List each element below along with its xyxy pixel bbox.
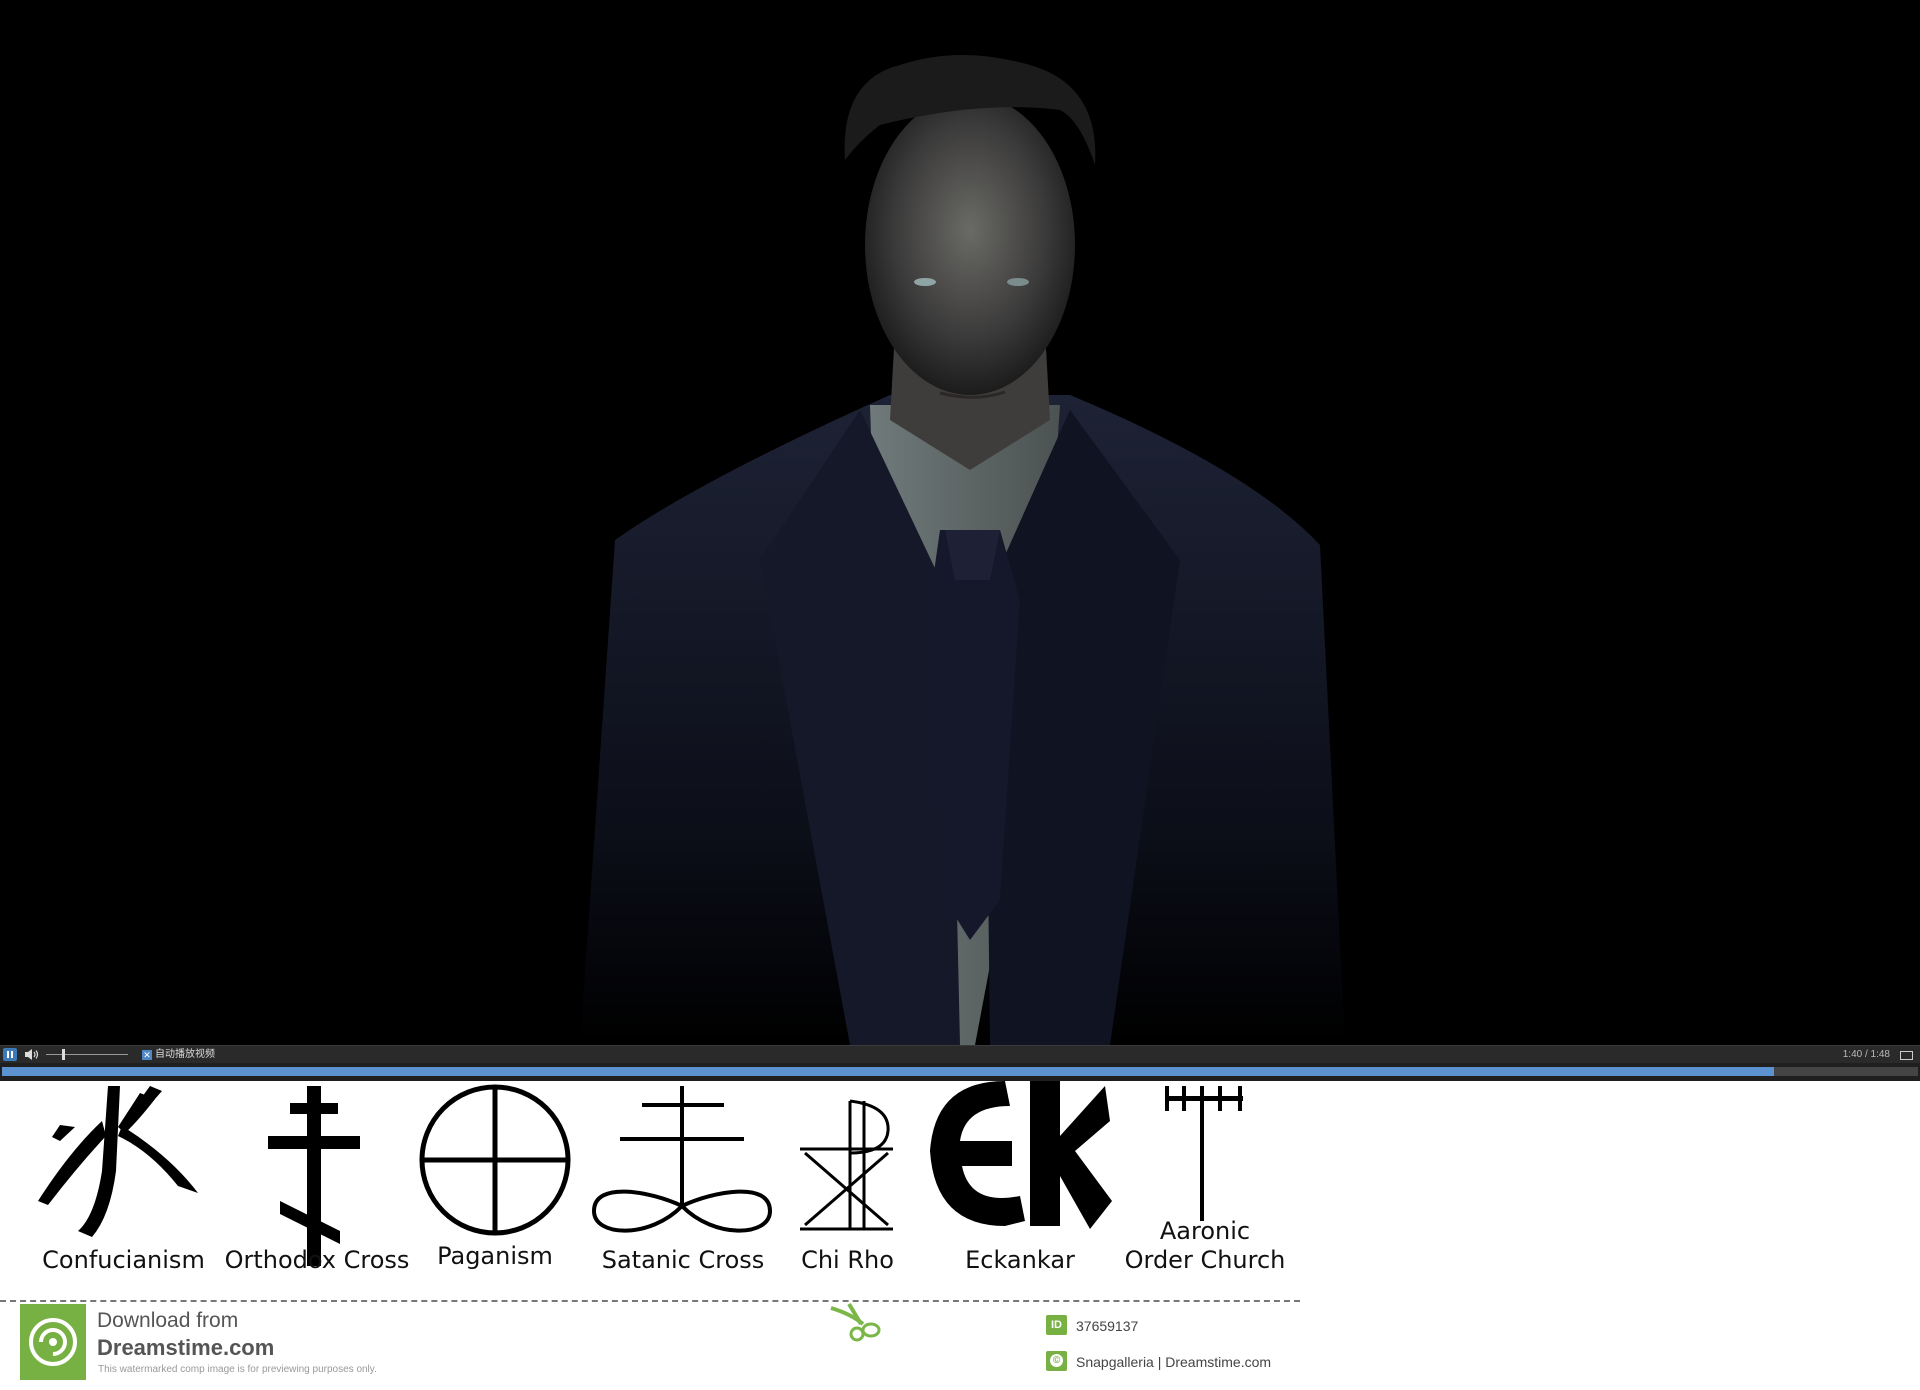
satanic-cross-icon [591, 1086, 773, 1233]
download-from-text: Download from [97, 1309, 239, 1332]
label-chi-rho: Chi Rho [801, 1246, 894, 1274]
copyright-icon: © [1046, 1351, 1067, 1371]
label-paganism: Paganism [437, 1242, 553, 1270]
label-orthodox-cross: Orthodox Cross [224, 1246, 410, 1274]
paganism-sun-cross-icon [419, 1084, 571, 1236]
volume-button[interactable] [24, 1048, 40, 1061]
aaronic-order-cross-icon [1165, 1086, 1243, 1221]
label-eckankar: Eckankar [965, 1246, 1075, 1274]
volume-slider[interactable] [46, 1048, 128, 1061]
religious-symbols-image: Confucianism Orthodox Cross Paganism Sat… [0, 1081, 1300, 1301]
orthodox-cross-icon [268, 1086, 360, 1266]
fullscreen-icon [1900, 1051, 1913, 1060]
seek-rail[interactable] [2, 1067, 1918, 1076]
volume-track [46, 1054, 128, 1055]
dreamstime-logo-icon [20, 1304, 86, 1380]
dashed-divider [0, 1300, 1300, 1302]
autoplay-label: 自动播放视频 [155, 1049, 215, 1060]
pause-button[interactable] [3, 1048, 17, 1061]
label-satanic-cross: Satanic Cross [601, 1246, 765, 1274]
watermark-note: This watermarked comp image is for previ… [98, 1364, 377, 1375]
volume-knob[interactable] [62, 1049, 65, 1060]
id-badge-icon: ID [1046, 1315, 1067, 1335]
time-readout: 1:40 / 1:48 [1842, 1049, 1890, 1060]
fullscreen-button[interactable] [1898, 1048, 1914, 1061]
image-id-number: 37659137 [1076, 1318, 1139, 1334]
seek-progress-fill [2, 1067, 1774, 1076]
close-icon[interactable]: ✕ [142, 1049, 152, 1060]
label-confucianism: Confucianism [42, 1246, 205, 1274]
label-aaronic-line1: Aaronic [1159, 1217, 1251, 1245]
dreamstime-site-link[interactable]: Dreamstime.com [97, 1335, 274, 1361]
video-still-man-in-suit [580, 55, 1345, 1045]
seek-bar[interactable] [0, 1063, 1920, 1081]
video-frame[interactable] [0, 0, 1920, 1045]
photographer-credit[interactable]: Snapgalleria | Dreamstime.com [1076, 1354, 1271, 1370]
pause-icon [7, 1051, 9, 1058]
chi-rho-icon [800, 1099, 893, 1231]
scissors-icon [827, 1302, 891, 1347]
label-aaronic-line2: Order Church [1124, 1246, 1286, 1274]
autoplay-toggle[interactable]: ✕ 自动播放视频 [142, 1048, 215, 1061]
speaker-icon [25, 1049, 39, 1060]
player-control-bar: ✕ 自动播放视频 1:40 / 1:48 [0, 1045, 1920, 1063]
confucianism-symbol-icon [38, 1086, 198, 1237]
eckankar-symbol-icon [930, 1081, 1112, 1229]
